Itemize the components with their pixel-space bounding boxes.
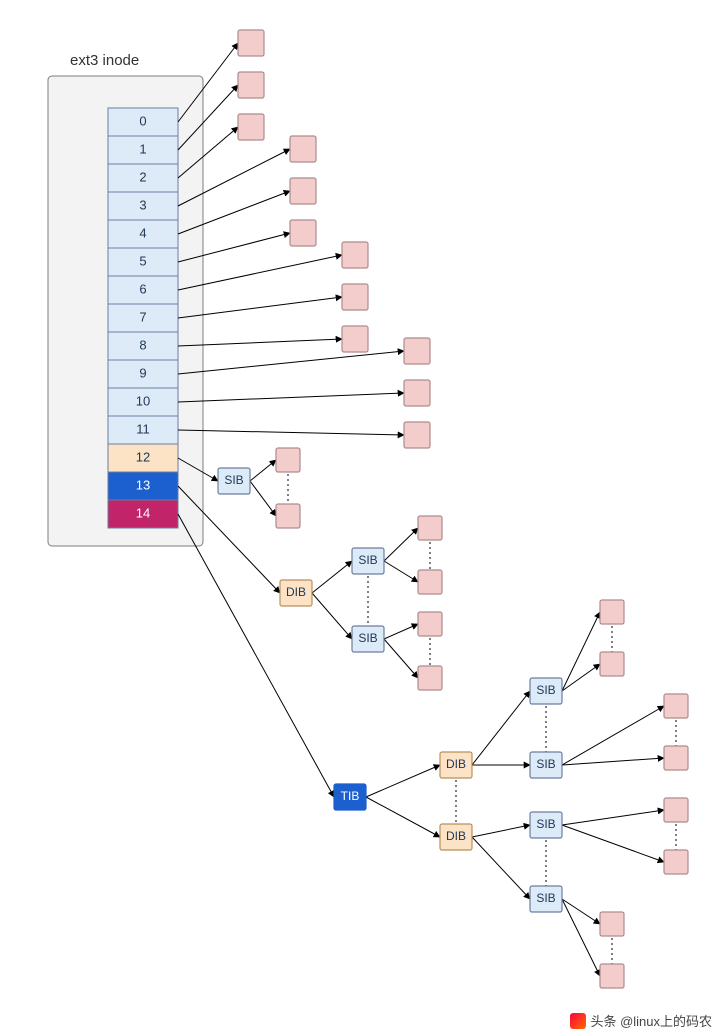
watermark-icon <box>570 1013 586 1029</box>
direct-block-1 <box>238 72 264 98</box>
inode-entry-label-13: 13 <box>136 477 150 492</box>
sib-12-label: SIB <box>224 473 243 487</box>
watermark-text: 头条 @linux上的码农 <box>590 1011 712 1030</box>
block-layer: SIB DIB SIB SIB TIB DIB DIB SIB SIB SIB SIB <box>218 30 688 988</box>
direct-block-0 <box>238 30 264 56</box>
tib14-b2-b2 <box>600 964 624 988</box>
inode-entry-label-6: 6 <box>139 281 146 296</box>
tib14-dib-a-label: DIB <box>446 757 466 771</box>
dib13-sib-b-label: SIB <box>358 631 377 645</box>
inode-entry-label-3: 3 <box>139 197 146 212</box>
tib14-a-sib2-label: SIB <box>536 757 555 771</box>
tib14-a1-b2 <box>600 652 624 676</box>
direct-block-8 <box>342 326 368 352</box>
inode-entry-label-5: 5 <box>139 253 146 268</box>
tib-14-label: TIB <box>341 789 360 803</box>
tib14-dib-b-label: DIB <box>446 829 466 843</box>
dib-13-label: DIB <box>286 585 306 599</box>
tib14-b2-b1 <box>600 912 624 936</box>
sib12-block-a <box>276 448 300 472</box>
inode-entry-label-14: 14 <box>136 505 150 520</box>
inode-entry-label-10: 10 <box>136 393 150 408</box>
inode-entry-label-4: 4 <box>139 225 146 240</box>
inode-entry-label-2: 2 <box>139 169 146 184</box>
tib14-b-sib2-label: SIB <box>536 891 555 905</box>
tib14-b-sib1-label: SIB <box>536 817 555 831</box>
dib13-a-blk1 <box>418 516 442 540</box>
inode-entry-label-11: 11 <box>136 421 150 436</box>
direct-block-3 <box>290 136 316 162</box>
direct-block-6 <box>342 242 368 268</box>
dib13-b-blk1 <box>418 612 442 636</box>
tib14-a-sib1-label: SIB <box>536 683 555 697</box>
dib13-sib-a-label: SIB <box>358 553 377 567</box>
dib13-b-blk2 <box>418 666 442 690</box>
dib13-a-blk2 <box>418 570 442 594</box>
direct-block-4 <box>290 178 316 204</box>
tib14-b1-b1 <box>664 798 688 822</box>
direct-block-10 <box>404 380 430 406</box>
tib14-b1-b2 <box>664 850 688 874</box>
direct-block-11 <box>404 422 430 448</box>
inode-entry-label-8: 8 <box>139 337 146 352</box>
inode-entry-label-1: 1 <box>139 141 146 156</box>
inode-entry-label-9: 9 <box>139 365 146 380</box>
arrow-layer <box>178 43 676 976</box>
direct-block-9 <box>404 338 430 364</box>
watermark: 头条 @linux上的码农 <box>570 1011 712 1030</box>
tib14-a1-b1 <box>600 600 624 624</box>
inode-table: 01234567891011121314 <box>108 108 178 528</box>
sib12-block-b <box>276 504 300 528</box>
inode-entry-label-7: 7 <box>139 309 146 324</box>
diagram-title: ext3 inode <box>70 52 139 69</box>
direct-block-7 <box>342 284 368 310</box>
inode-entry-label-0: 0 <box>139 113 146 128</box>
tib14-a2-b1 <box>664 694 688 718</box>
inode-entry-label-12: 12 <box>136 449 150 464</box>
tib14-a2-b2 <box>664 746 688 770</box>
direct-block-2 <box>238 114 264 140</box>
direct-block-5 <box>290 220 316 246</box>
